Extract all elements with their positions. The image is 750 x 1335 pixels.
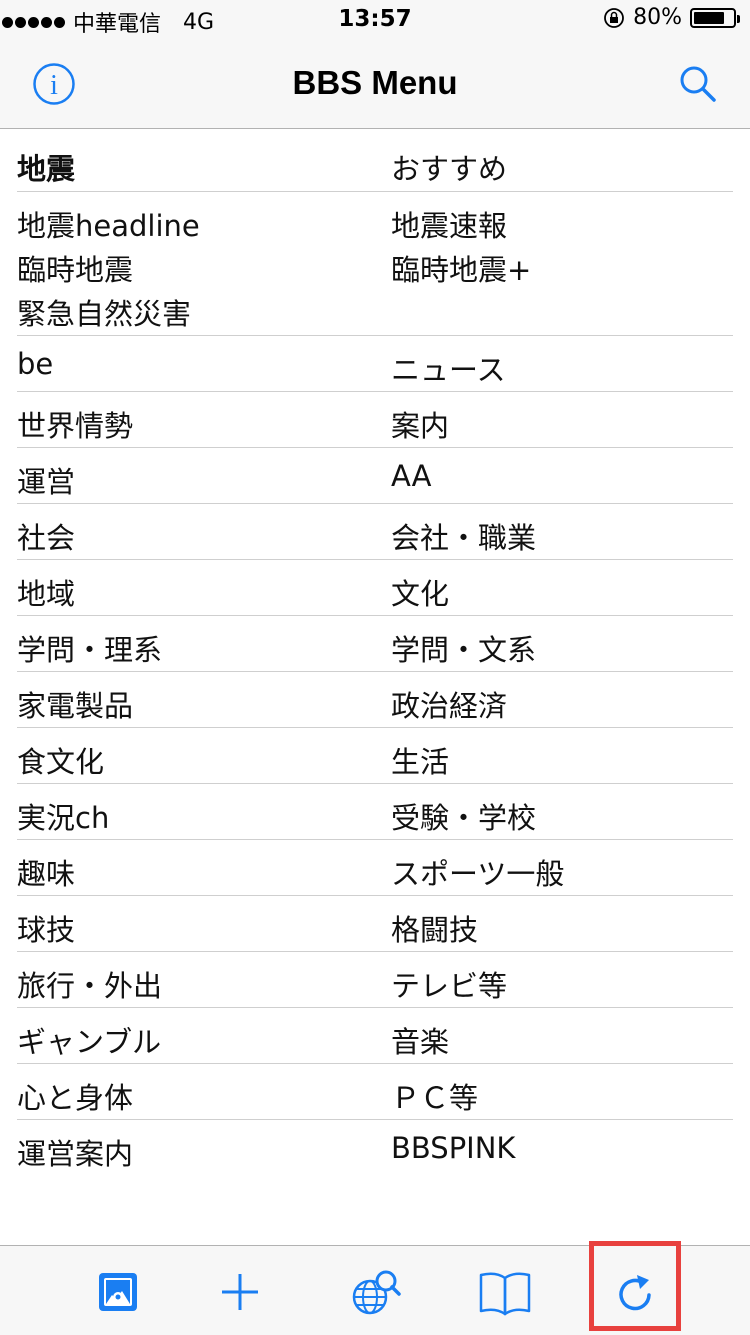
table-row: 心と身体 ＰＣ等: [17, 1064, 733, 1120]
list-item[interactable]: 生活: [391, 739, 449, 781]
list-item[interactable]: 学問・理系: [17, 627, 162, 669]
list-item[interactable]: 臨時地震: [17, 247, 133, 289]
list-item[interactable]: 地震headline: [17, 203, 200, 245]
battery-percent: 80%: [633, 5, 682, 30]
list-item[interactable]: 文化: [391, 571, 449, 613]
page-title: BBS Menu: [292, 64, 458, 101]
list-item[interactable]: 世界情勢: [17, 403, 133, 445]
list-item[interactable]: ＰＣ等: [391, 1075, 478, 1117]
refresh-highlight-box: [589, 1241, 681, 1331]
list-item[interactable]: 趣味: [17, 851, 75, 893]
table-row: 食文化 生活: [17, 728, 733, 784]
table-row: 学問・理系 学問・文系: [17, 616, 733, 672]
list-item[interactable]: be: [17, 347, 53, 381]
list-item[interactable]: 心と身体: [17, 1075, 133, 1117]
list-item[interactable]: ニュース: [391, 347, 506, 389]
list-item[interactable]: 学問・文系: [391, 627, 536, 669]
list-header-row: 地震 おすすめ: [17, 129, 733, 192]
list-item[interactable]: 格闘技: [391, 907, 478, 949]
list-item[interactable]: 臨時地震+: [391, 247, 531, 289]
table-row: 趣味 スポーツ一般: [17, 840, 733, 896]
list-item[interactable]: 音楽: [391, 1019, 449, 1061]
battery-fill: [694, 11, 725, 24]
list-item[interactable]: 食文化: [17, 739, 104, 781]
list-item[interactable]: 球技: [17, 907, 75, 949]
list-item[interactable]: テレビ等: [391, 963, 507, 1005]
list-item[interactable]: 地域: [17, 571, 75, 613]
category-recommended[interactable]: おすすめ: [391, 146, 507, 188]
list-item[interactable]: 案内: [391, 403, 449, 445]
table-row: 運営 AA: [17, 448, 733, 504]
list-item[interactable]: ギャンブル: [17, 1019, 161, 1061]
list-item[interactable]: 運営: [17, 459, 75, 501]
list-item[interactable]: 地震速報: [391, 203, 507, 245]
list-item[interactable]: 会社・職業: [391, 515, 536, 557]
list-item[interactable]: 家電製品: [17, 683, 133, 725]
bookmarks-book-icon[interactable]: [477, 1264, 533, 1320]
status-right: 80%: [603, 5, 740, 30]
list-item[interactable]: 受験・学校: [391, 795, 536, 837]
gallery-icon[interactable]: [90, 1264, 146, 1320]
table-row: 球技 格闘技: [17, 896, 733, 952]
table-row: 社会 会社・職業: [17, 504, 733, 560]
search-icon[interactable]: [676, 62, 720, 106]
list-item[interactable]: 政治経済: [391, 683, 507, 725]
table-row: 旅行・外出 テレビ等: [17, 952, 733, 1008]
list-item[interactable]: 社会: [17, 515, 75, 557]
table-row: be ニュース: [17, 336, 733, 392]
list-item[interactable]: 旅行・外出: [17, 963, 162, 1005]
table-row: 運営案内 BBSPINK: [17, 1120, 733, 1176]
table-row: 実況ch 受験・学校: [17, 784, 733, 840]
table-row: 家電製品 政治経済: [17, 672, 733, 728]
list-item[interactable]: 実況ch: [17, 795, 109, 837]
navigation-bar: i BBS Menu: [0, 40, 750, 129]
list-item[interactable]: 緊急自然災害: [17, 291, 191, 333]
list-item[interactable]: AA: [391, 459, 431, 493]
battery-icon: [690, 7, 740, 28]
table-row: 世界情勢 案内: [17, 392, 733, 448]
rotation-lock-icon: [604, 7, 624, 28]
globe-search-icon[interactable]: [348, 1264, 404, 1320]
list-item[interactable]: 運営案内: [17, 1131, 133, 1173]
list-item[interactable]: スポーツ一般: [391, 851, 564, 893]
add-icon[interactable]: [212, 1264, 268, 1320]
list-multi-row: 地震headline 臨時地震 緊急自然災害 地震速報 臨時地震+: [17, 192, 733, 336]
list-item[interactable]: BBSPINK: [391, 1131, 515, 1165]
table-row: ギャンブル 音楽: [17, 1008, 733, 1064]
board-category-list: 地震 おすすめ 地震headline 臨時地震 緊急自然災害 地震速報 臨時地震…: [0, 129, 750, 1176]
category-quake-header[interactable]: 地震: [17, 146, 75, 188]
table-row: 地域 文化: [17, 560, 733, 616]
status-bar: 中華電信 4G 13:57 80%: [0, 0, 750, 40]
